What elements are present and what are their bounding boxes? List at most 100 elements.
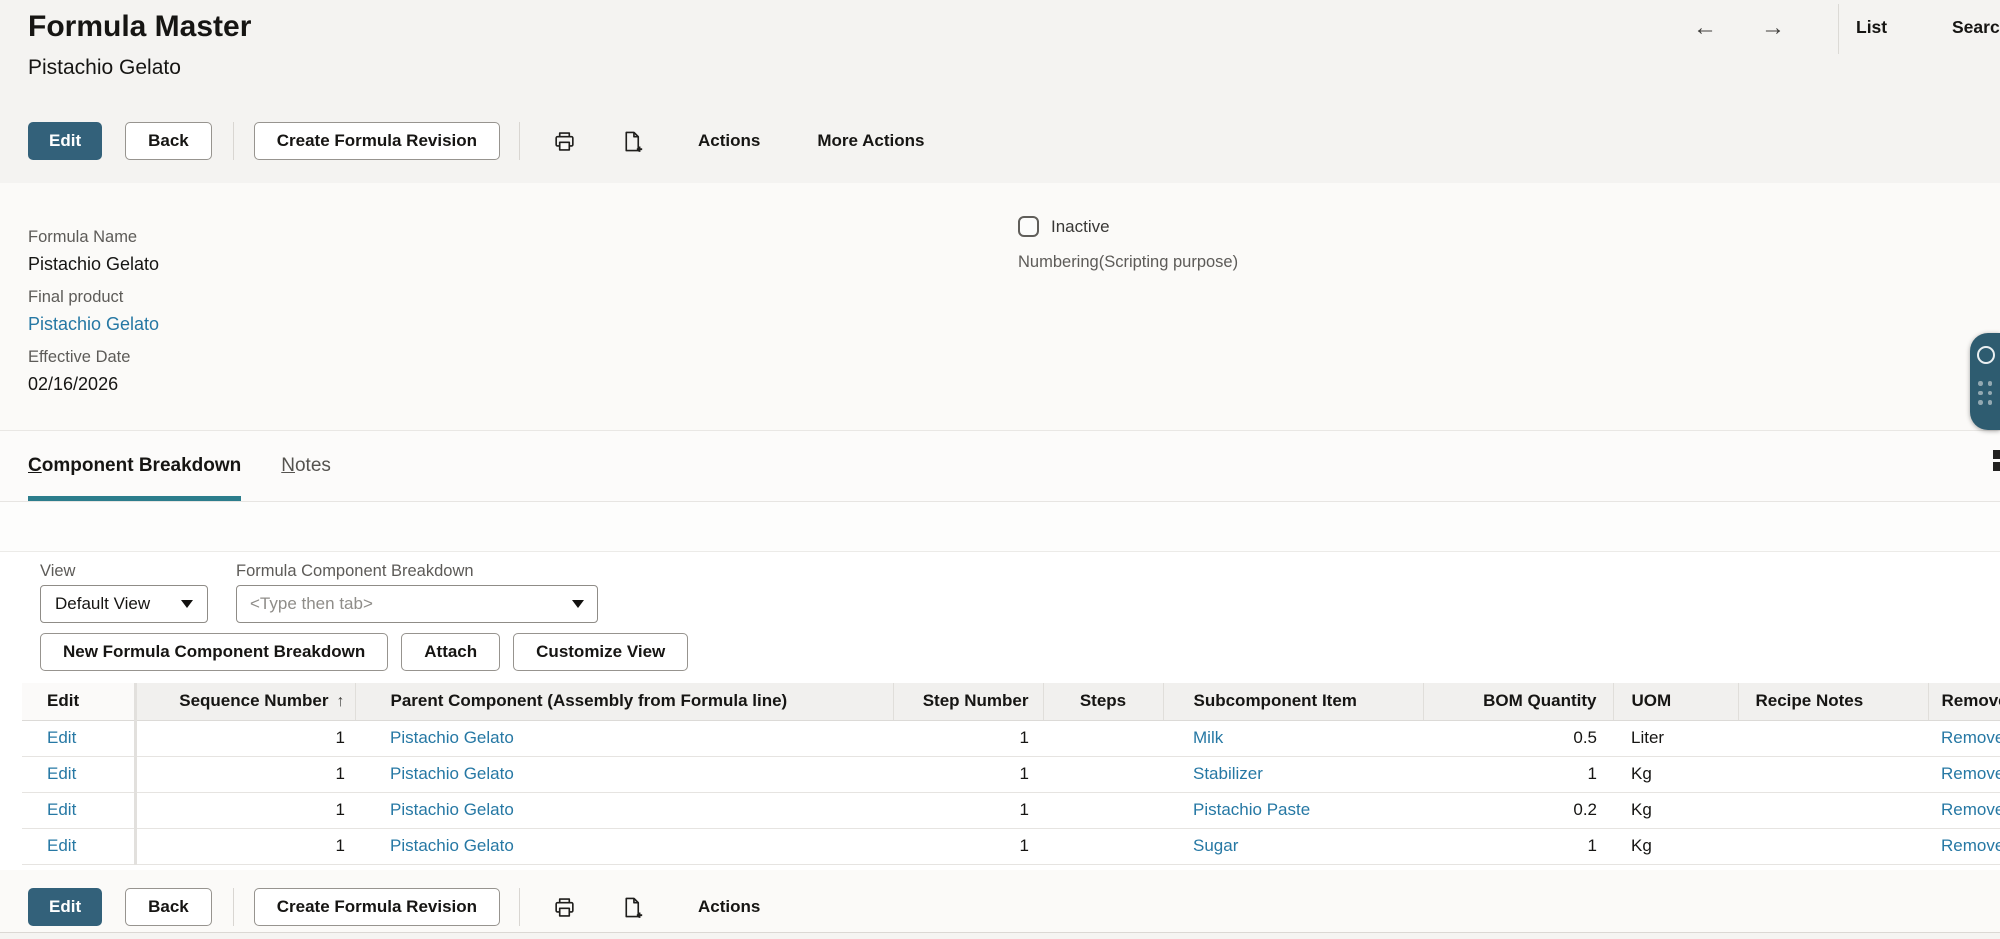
document-add-icon <box>621 130 644 153</box>
row-remove-link[interactable]: Remove <box>1941 764 2000 783</box>
parent-component-link[interactable]: Pistachio Gelato <box>390 800 514 819</box>
formula-name-field: Formula Name Pistachio Gelato <box>28 228 2000 275</box>
edit-button[interactable]: Edit <box>28 888 102 926</box>
column-header-recipe-notes[interactable]: Recipe Notes <box>1738 683 1928 720</box>
view-select[interactable]: Default View <box>40 585 208 623</box>
inactive-label: Inactive <box>1051 217 1110 237</box>
tab-component-breakdown[interactable]: Component Breakdown <box>28 431 241 501</box>
bom-quantity-cell: 0.2 <box>1423 792 1613 828</box>
column-header-steps[interactable]: Steps <box>1043 683 1163 720</box>
new-document-button[interactable] <box>621 122 644 160</box>
row-remove-link[interactable]: Remove <box>1941 800 2000 819</box>
final-product-field: Final product Pistachio Gelato <box>28 288 2000 335</box>
search-menu-item[interactable]: Search <box>1952 17 2000 38</box>
formula-master-page: Formula Master Pistachio Gelato ← → List… <box>0 0 2000 939</box>
new-document-button[interactable] <box>621 888 644 926</box>
forward-arrow-icon[interactable]: → <box>1761 13 1785 43</box>
breakdown-combo-input[interactable]: <Type then tab> <box>236 585 598 623</box>
parent-component-link[interactable]: Pistachio Gelato <box>390 764 514 783</box>
column-header-edit[interactable]: Edit <box>22 683 135 720</box>
row-remove-link[interactable]: Remove <box>1941 836 2000 855</box>
bom-quantity-cell: 0.5 <box>1423 720 1613 756</box>
step-number-cell: 1 <box>893 792 1043 828</box>
attach-button[interactable]: Attach <box>401 633 500 671</box>
effective-date-label: Effective Date <box>28 348 2000 367</box>
status-circle-icon <box>1977 346 1995 364</box>
subcomponent-item-link[interactable]: Pistachio Paste <box>1193 800 1310 819</box>
record-summary: Formula Name Pistachio Gelato Final prod… <box>0 183 2000 431</box>
row-edit-link[interactable]: Edit <box>47 764 76 783</box>
sort-ascending-icon: ↑ <box>337 693 345 710</box>
table-row: Edit 1 Pistachio Gelato 1 Stabilizer 1 K… <box>22 756 2000 792</box>
list-menu-item[interactable]: List <box>1856 17 1887 38</box>
tab-notes[interactable]: Notes <box>281 431 331 501</box>
toolbar-divider <box>519 122 520 160</box>
uom-cell: Kg <box>1613 756 1738 792</box>
create-formula-revision-button[interactable]: Create Formula Revision <box>254 122 500 160</box>
row-edit-link[interactable]: Edit <box>47 800 76 819</box>
new-formula-component-breakdown-button[interactable]: New Formula Component Breakdown <box>40 633 388 671</box>
view-controls: View Default View Formula Component Brea… <box>0 562 2000 623</box>
column-header-bom-quantity[interactable]: BOM Quantity <box>1423 683 1613 720</box>
table-header-row: Edit Sequence Number↑ Parent Component (… <box>22 683 2000 720</box>
back-button[interactable]: Back <box>125 122 212 160</box>
back-arrow-icon[interactable]: ← <box>1693 13 1717 43</box>
breakdown-label: Formula Component Breakdown <box>236 562 598 581</box>
uom-cell: Liter <box>1613 720 1738 756</box>
toolbar-divider <box>233 888 234 926</box>
customize-view-button[interactable]: Customize View <box>513 633 688 671</box>
uom-cell: Kg <box>1613 792 1738 828</box>
column-header-uom[interactable]: UOM <box>1613 683 1738 720</box>
actions-button[interactable]: Actions <box>698 897 760 917</box>
create-formula-revision-button[interactable]: Create Formula Revision <box>254 888 500 926</box>
tab-content-gap <box>0 502 2000 552</box>
effective-date-value: 02/16/2026 <box>28 374 2000 395</box>
print-button[interactable] <box>553 888 576 926</box>
column-header-subcomponent-item[interactable]: Subcomponent Item <box>1163 683 1423 720</box>
back-button[interactable]: Back <box>125 888 212 926</box>
header-divider <box>1838 4 1839 54</box>
subcomponent-item-link[interactable]: Sugar <box>1193 836 1238 855</box>
breakdown-combo-group: Formula Component Breakdown <Type then t… <box>236 562 598 623</box>
recipe-notes-cell <box>1738 792 1928 828</box>
row-edit-link[interactable]: Edit <box>47 836 76 855</box>
subcomponent-item-link[interactable]: Milk <box>1193 728 1223 747</box>
bottom-toolbar-section: Edit Back Create Formula Revision Acti <box>0 870 2000 939</box>
steps-cell <box>1043 828 1163 864</box>
column-header-remove[interactable]: Remove <box>1928 683 2000 720</box>
subcomponent-item-link[interactable]: Stabilizer <box>1193 764 1263 783</box>
formula-name-label: Formula Name <box>28 228 2000 247</box>
record-flags: Inactive Numbering(Scripting purpose) <box>1018 216 1238 272</box>
printer-icon <box>553 896 576 919</box>
dropdown-caret-icon <box>572 600 584 608</box>
print-button[interactable] <box>553 122 576 160</box>
component-breakdown-table: Edit Sequence Number↑ Parent Component (… <box>22 683 2000 865</box>
record-tabs: Component Breakdown Notes <box>0 431 2000 502</box>
floating-action-pill[interactable] <box>1970 333 2000 430</box>
steps-cell <box>1043 792 1163 828</box>
final-product-label: Final product <box>28 288 2000 307</box>
column-header-parent-component[interactable]: Parent Component (Assembly from Formula … <box>355 683 893 720</box>
view-select-group: View Default View <box>40 562 208 623</box>
breakdown-placeholder: <Type then tab> <box>250 594 373 614</box>
sequence-number-cell: 1 <box>135 756 355 792</box>
steps-cell <box>1043 720 1163 756</box>
edit-button[interactable]: Edit <box>28 122 102 160</box>
step-number-cell: 1 <box>893 720 1043 756</box>
row-remove-link[interactable]: Remove <box>1941 728 2000 747</box>
steps-cell <box>1043 756 1163 792</box>
row-edit-link[interactable]: Edit <box>47 728 76 747</box>
column-header-step-number[interactable]: Step Number <box>893 683 1043 720</box>
more-actions-button[interactable]: More Actions <box>817 131 924 151</box>
inactive-checkbox[interactable] <box>1018 216 1039 237</box>
page-bottom-margin <box>0 933 2000 939</box>
dropdown-caret-icon <box>181 600 193 608</box>
final-product-link[interactable]: Pistachio Gelato <box>28 314 159 334</box>
table-row: Edit 1 Pistachio Gelato 1 Sugar 1 Kg Rem… <box>22 828 2000 864</box>
parent-component-link[interactable]: Pistachio Gelato <box>390 836 514 855</box>
toolbar-divider <box>519 888 520 926</box>
recipe-notes-cell <box>1738 828 1928 864</box>
parent-component-link[interactable]: Pistachio Gelato <box>390 728 514 747</box>
actions-button[interactable]: Actions <box>698 131 760 151</box>
column-header-sequence-number[interactable]: Sequence Number↑ <box>135 683 355 720</box>
